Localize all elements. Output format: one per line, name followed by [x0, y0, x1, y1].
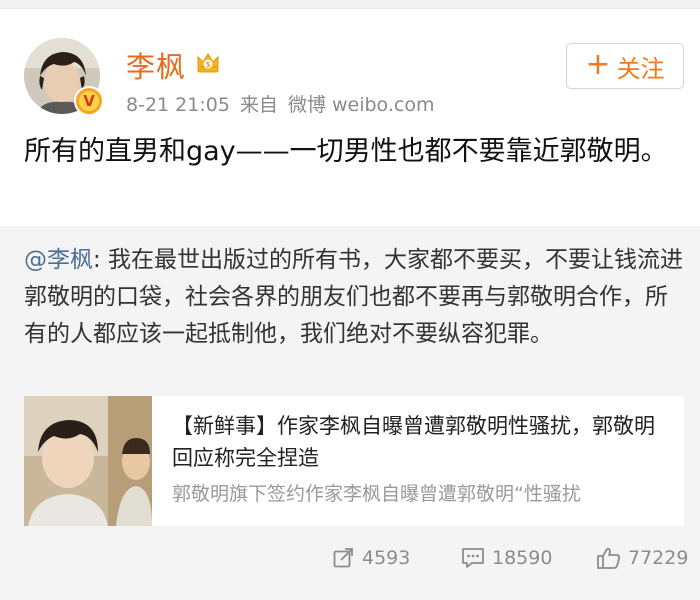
- svg-text:5: 5: [206, 61, 211, 69]
- top-divider: [0, 0, 700, 9]
- card-thumbnail-image: [24, 396, 152, 526]
- post-meta: 8-21 21:05 来自 微博 weibo.com: [126, 90, 444, 117]
- member-crown-icon[interactable]: 5: [194, 48, 222, 76]
- plus-icon: +: [585, 46, 611, 82]
- post-text: 所有的直男和gay——一切男性也都不要靠近郭敬明。: [24, 136, 668, 167]
- follow-button[interactable]: + 关注: [566, 43, 684, 89]
- avatar-wrap[interactable]: V: [24, 38, 104, 116]
- comment-icon: [462, 548, 484, 568]
- action-bar: 4593 18590 77229: [0, 542, 700, 582]
- follow-label: 关注: [616, 54, 665, 83]
- post-time: 8-21 21:05: [126, 94, 230, 116]
- repost-icon: [333, 548, 353, 568]
- repost-container[interactable]: @李枫: 我在最世出版过的所有书，大家都不要买，不要让钱流进郭敬明的口袋，社会各…: [0, 226, 700, 600]
- comment-count: 18590: [492, 547, 553, 569]
- source-prefix: 来自: [239, 94, 278, 116]
- news-card[interactable]: 【新鲜事】作家李枫自曝曾遭郭敬明性骚扰，郭敬明回应称完全捏造 郭敬明旗下签约作家…: [24, 396, 684, 526]
- repost-mention[interactable]: @李枫: [24, 247, 93, 273]
- card-summary: 郭敬明旗下签约作家李枫自曝曾遭郭敬明“性骚扰: [172, 483, 581, 505]
- repost-body: : 我在最世出版过的所有书，大家都不要买，不要让钱流进郭敬明的口袋，社会各界的朋…: [24, 247, 684, 347]
- thumbs-up-icon: [597, 547, 621, 569]
- verified-v-icon: V: [74, 86, 104, 116]
- repost-text: @李枫: 我在最世出版过的所有书，大家都不要买，不要让钱流进郭敬明的口袋，社会各…: [24, 242, 684, 353]
- comment-button[interactable]: 18590: [460, 546, 552, 570]
- repost-button[interactable]: 4593: [332, 546, 410, 570]
- repost-count: 4593: [362, 547, 411, 569]
- username[interactable]: 李枫: [126, 44, 186, 86]
- post-source[interactable]: 微博 weibo.com: [288, 94, 435, 116]
- like-button[interactable]: 77229: [596, 546, 688, 570]
- like-count: 77229: [628, 547, 689, 569]
- card-thumbnail: [24, 396, 152, 526]
- post-header: V 李枫 5 8-21 21:05 来自 微博 weibo.com + 关注: [0, 10, 700, 120]
- card-title: 【新鲜事】作家李枫自曝曾遭郭敬明性骚扰，郭敬明回应称完全捏造: [172, 414, 655, 470]
